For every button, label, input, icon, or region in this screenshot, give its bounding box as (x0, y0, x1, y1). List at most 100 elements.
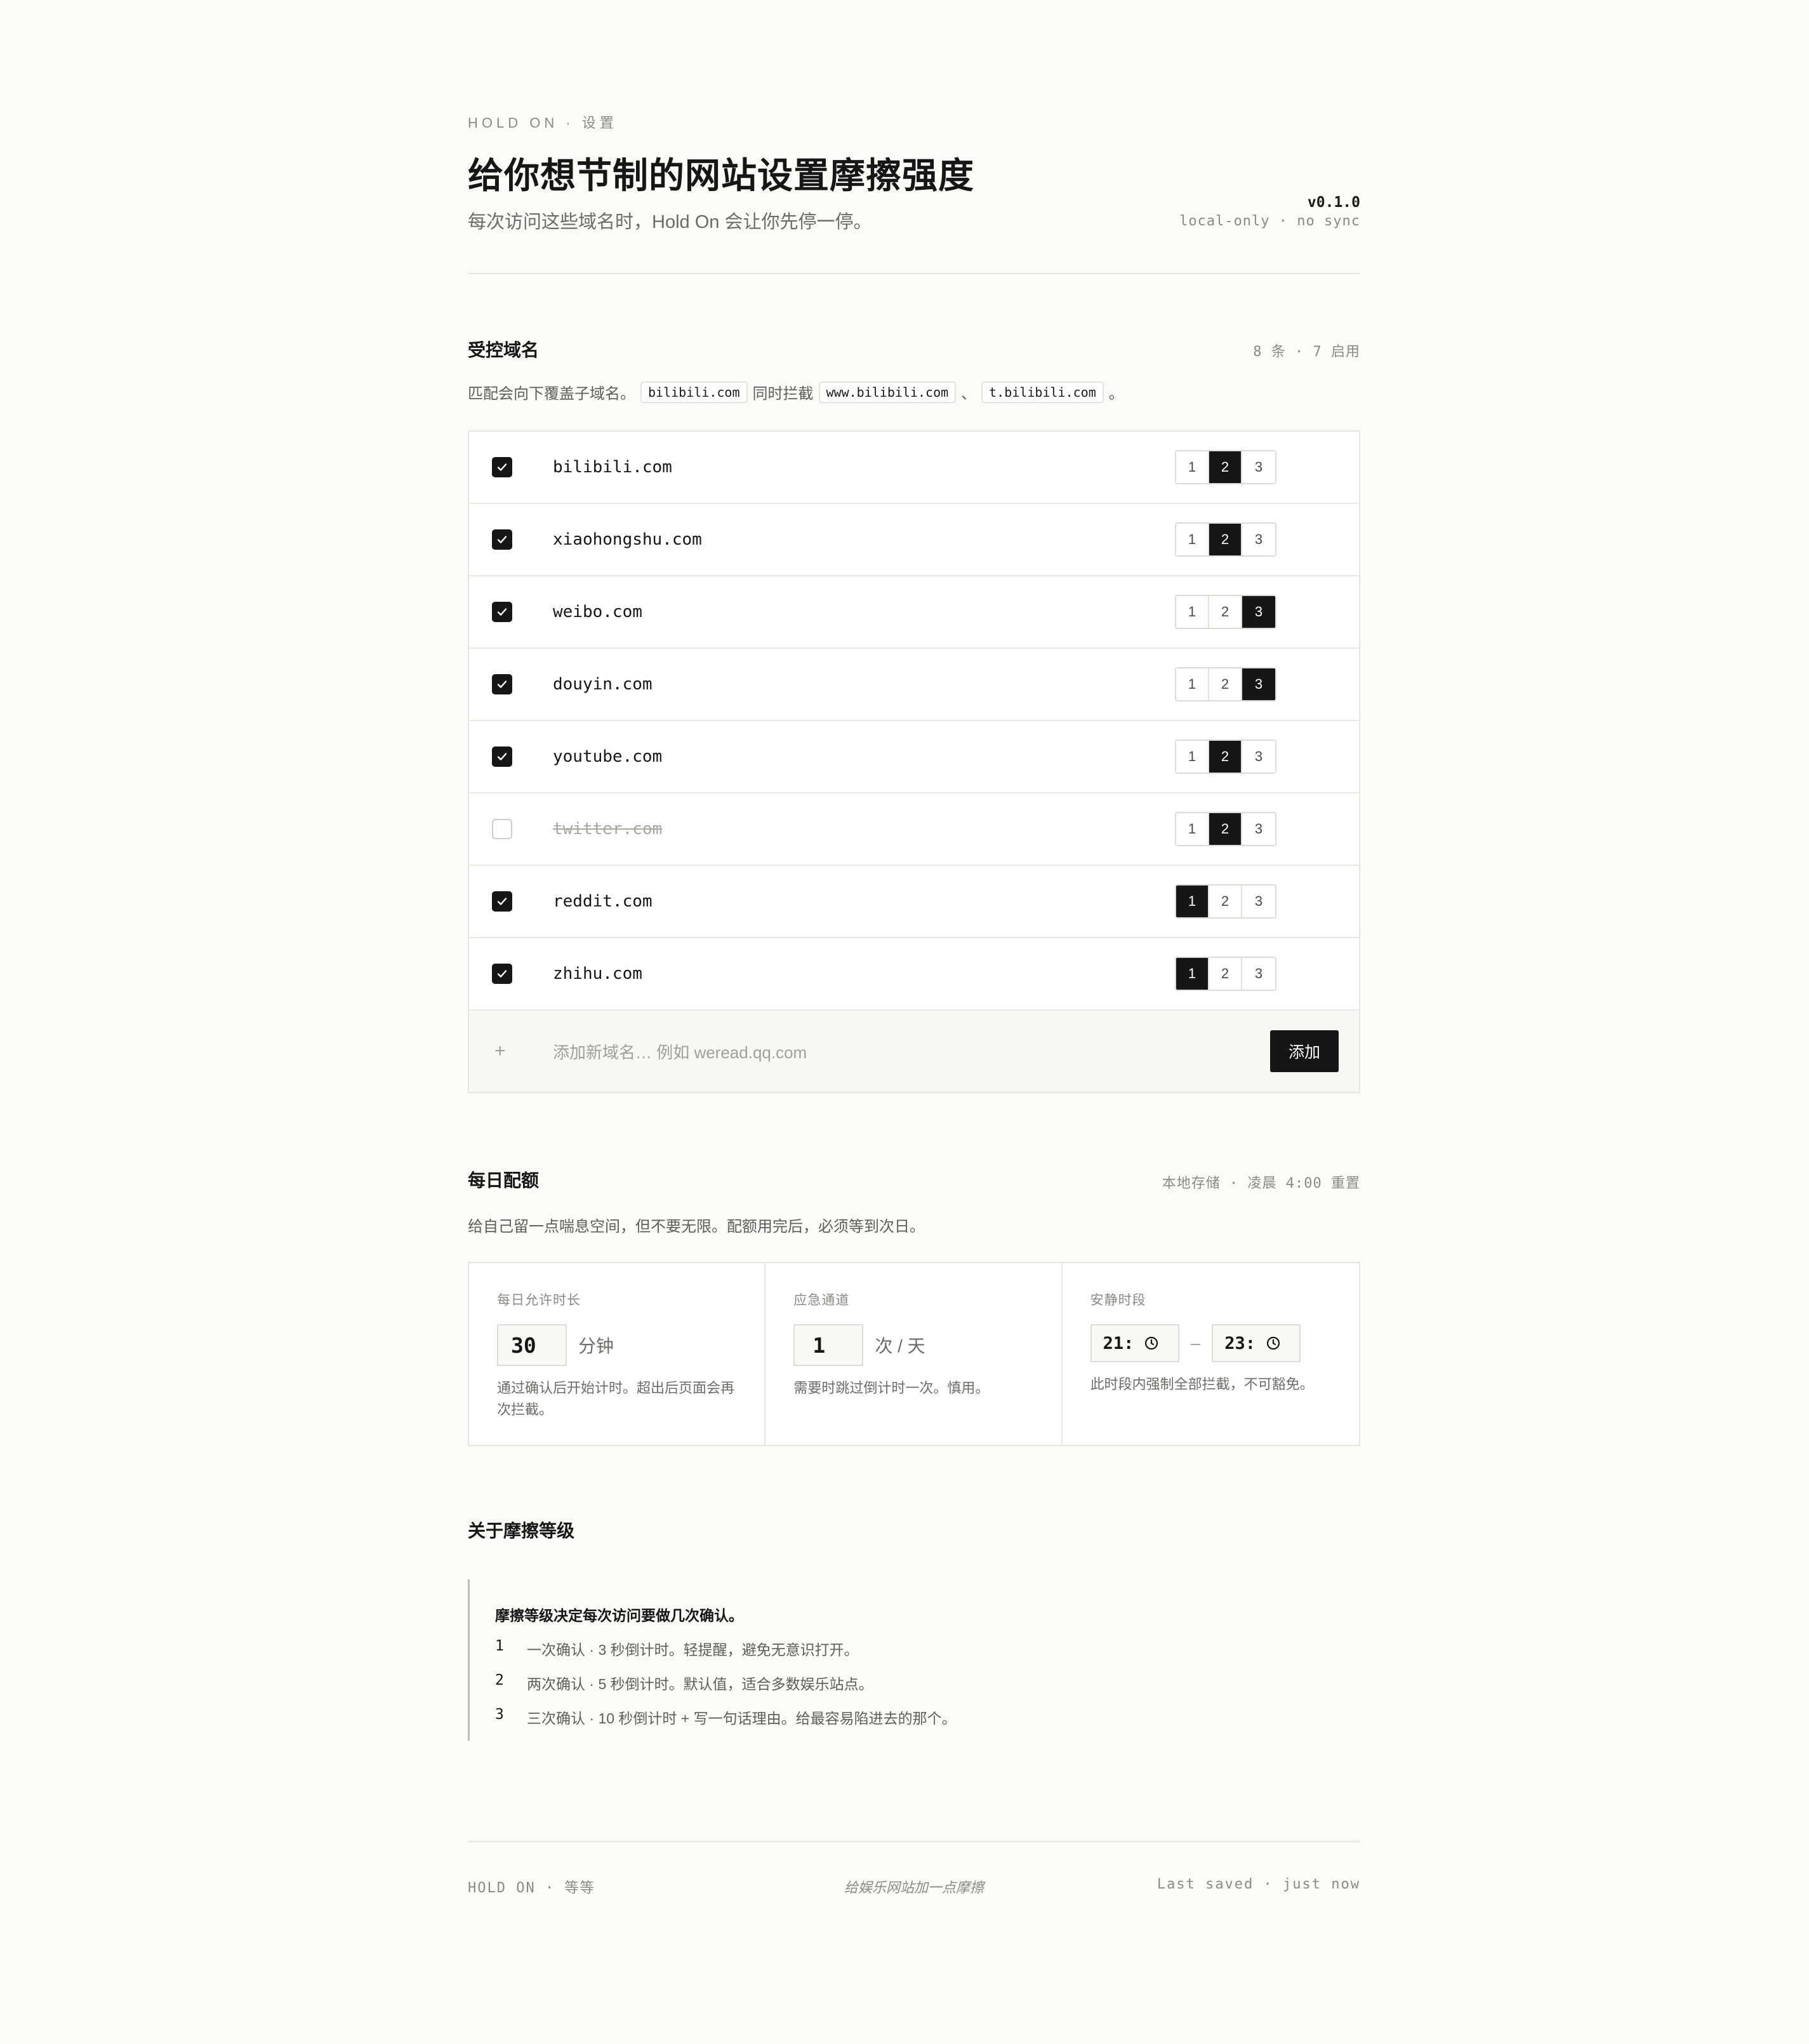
level-option-1[interactable]: 1 (1176, 596, 1209, 628)
level-option-2[interactable]: 2 (1209, 524, 1242, 555)
clock-icon (1266, 1336, 1280, 1350)
about-callout: 摩擦等级决定每次访问要做几次确认。 1 一次确认 · 3 秒倒计时。轻提醒，避免无… (468, 1579, 1360, 1741)
level-option-2[interactable]: 2 (1209, 451, 1242, 483)
domain-name: weibo.com (553, 602, 642, 621)
quiet-hours-help: 此时段内强制全部拦截，不可豁免。 (1090, 1376, 1314, 1392)
level-option-1[interactable]: 1 (1176, 668, 1209, 700)
domain-enabled-checkbox[interactable] (492, 457, 512, 477)
level-option-2[interactable]: 2 (1209, 886, 1242, 917)
domain-name: reddit.com (553, 892, 653, 911)
check-icon (497, 463, 507, 471)
level-option-3[interactable]: 3 (1242, 668, 1275, 700)
domain-name: xiaohongshu.com (553, 530, 702, 549)
domain-enabled-checkbox[interactable] (492, 819, 512, 839)
emergency-unit: 次 / 天 (875, 1336, 925, 1356)
footer-saved-status: Last saved · just now (1156, 1876, 1360, 1892)
about-head: 摩擦等级决定每次访问要做几次确认。 (495, 1607, 743, 1624)
about-section-title: 关于摩擦等级 (468, 1521, 575, 1541)
domain-enabled-checkbox[interactable] (492, 529, 512, 550)
quota-panel: 每日允许时长 30 分钟 通过确认后开始计时。超出后页面会再次拦截。 应急通道 … (468, 1262, 1360, 1446)
level-option-1[interactable]: 1 (1176, 524, 1209, 555)
quota-meta: 本地存储 · 凌晨 4:00 重置 (1162, 1176, 1360, 1191)
daily-unit: 分钟 (578, 1336, 614, 1356)
level-option-1[interactable]: 1 (1176, 886, 1209, 917)
domain-name: zhihu.com (553, 964, 642, 983)
friction-level-selector: 123 (1175, 884, 1276, 919)
level-option-3[interactable]: 3 (1242, 813, 1275, 845)
domains-count: 8 条 · 7 启用 (1253, 344, 1360, 360)
daily-limit-label: 每日允许时长 (497, 1293, 581, 1308)
daily-help: 通过确认后开始计时。超出后页面会再次拦截。 (497, 1380, 735, 1417)
level-option-1[interactable]: 1 (1176, 813, 1209, 845)
level-option-1[interactable]: 1 (1176, 958, 1209, 990)
domain-name: bilibili.com (553, 458, 672, 477)
about-item-text: 三次确认 · 10 秒倒计时 + 写一句话理由。给最容易陷进去的那个。 (527, 1710, 957, 1727)
level-option-3[interactable]: 3 (1242, 958, 1275, 990)
domain-row: weibo.com 1 2 3 (469, 576, 1359, 649)
desc-sep: 、 (961, 385, 977, 402)
level-option-3[interactable]: 3 (1242, 741, 1275, 773)
level-option-3[interactable]: 3 (1242, 451, 1275, 483)
page-subtitle: 每次访问这些域名时，Hold On 会让你先停一停。 (468, 212, 872, 232)
daily-minutes-input[interactable]: 30 (497, 1324, 567, 1366)
domain-row: bilibili.com 1 2 3 (469, 432, 1359, 504)
level-option-1[interactable]: 1 (1176, 451, 1209, 483)
check-icon (497, 898, 507, 905)
domain-row: zhihu.com 1 2 3 (469, 938, 1359, 1011)
emergency-help: 需要时跳过倒计时一次。慎用。 (793, 1380, 990, 1396)
about-item-number: 1 (495, 1638, 504, 1654)
about-item: 1 一次确认 · 3 秒倒计时。轻提醒，避免无意识打开。 (495, 1638, 1360, 1659)
level-option-3[interactable]: 3 (1242, 524, 1275, 555)
about-item: 3 三次确认 · 10 秒倒计时 + 写一句话理由。给最容易陷进去的那个。 (495, 1706, 1360, 1728)
level-option-3[interactable]: 3 (1242, 886, 1275, 917)
domain-enabled-checkbox[interactable] (492, 674, 512, 694)
time-range-dash: – (1190, 1333, 1201, 1353)
check-icon (497, 970, 507, 978)
desc-end: 。 (1108, 385, 1124, 402)
level-option-2[interactable]: 2 (1209, 741, 1242, 773)
domains-section-title: 受控域名 (468, 340, 540, 360)
quota-section-title: 每日配额 (468, 1171, 540, 1190)
quiet-end-input[interactable]: 23: (1212, 1324, 1301, 1362)
quiet-start-input[interactable]: 21: (1090, 1324, 1179, 1362)
desc-prefix: 匹配会向下覆盖子域名。 (468, 385, 635, 402)
domain-enabled-checkbox[interactable] (492, 602, 512, 622)
friction-level-selector: 123 (1175, 812, 1276, 846)
divider (468, 273, 1360, 274)
level-option-2[interactable]: 2 (1209, 596, 1242, 628)
code-example: t.bilibili.com (981, 381, 1104, 403)
domain-enabled-checkbox[interactable] (492, 964, 512, 984)
level-option-1[interactable]: 1 (1176, 741, 1209, 773)
domain-row: youtube.com 1 2 3 (469, 721, 1359, 793)
sync-status: local-only · no sync (1179, 213, 1360, 229)
about-item-text: 一次确认 · 3 秒倒计时。轻提醒，避免无意识打开。 (527, 1642, 859, 1658)
check-icon (497, 536, 507, 543)
footer-divider (468, 1841, 1360, 1842)
domain-row: reddit.com 1 2 3 (469, 866, 1359, 938)
friction-level-selector: 123 (1175, 667, 1276, 701)
daily-limit-card: 每日允许时长 30 分钟 通过确认后开始计时。超出后页面会再次拦截。 (469, 1263, 766, 1445)
level-option-2[interactable]: 2 (1209, 813, 1242, 845)
level-option-2[interactable]: 2 (1209, 668, 1242, 700)
domain-list: bilibili.com 1 2 3 xiaohongshu.com 1 2 3 weibo.c… (468, 430, 1360, 1093)
level-option-2[interactable]: 2 (1209, 958, 1242, 990)
friction-level-selector: 123 (1175, 522, 1276, 557)
domain-enabled-checkbox[interactable] (492, 891, 512, 912)
add-domain-input[interactable]: 添加新域名… 例如 weread.qq.com (553, 1040, 807, 1063)
desc-mid: 同时拦截 (752, 385, 814, 402)
quiet-start-value: 21: (1103, 1333, 1134, 1353)
code-example: www.bilibili.com (818, 381, 957, 403)
emergency-count-input[interactable]: 1 (793, 1324, 864, 1366)
quiet-hours-label: 安静时段 (1090, 1293, 1146, 1308)
domain-enabled-checkbox[interactable] (492, 747, 512, 767)
domain-name: youtube.com (553, 747, 663, 766)
plus-icon: + (494, 1040, 506, 1061)
level-option-3[interactable]: 3 (1242, 596, 1275, 628)
quiet-hours-card: 安静时段 21: – 23: 此时段内强制全部拦截，不可豁免。 (1063, 1263, 1359, 1445)
friction-level-selector: 123 (1175, 450, 1276, 484)
friction-level-selector: 123 (1175, 740, 1276, 774)
add-domain-button[interactable]: 添加 (1270, 1030, 1339, 1072)
about-item-number: 3 (495, 1706, 504, 1723)
domain-name: twitter.com (553, 820, 663, 839)
quota-description: 给自己留一点喘息空间，但不要无限。配额用完后，必须等到次日。 (468, 1218, 925, 1235)
